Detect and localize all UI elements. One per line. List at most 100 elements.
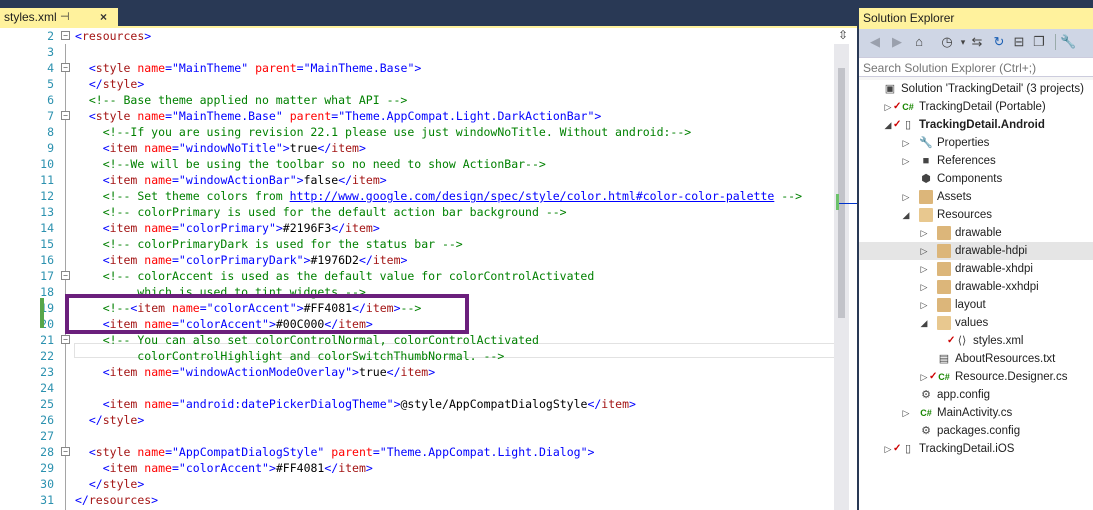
expand-arrow-icon[interactable]: ▷ [883, 440, 893, 458]
copy-icon[interactable]: ❐ [1031, 34, 1047, 50]
history-icon[interactable]: ◷ [939, 34, 955, 50]
code-line[interactable]: 27 [18, 428, 834, 444]
code-line[interactable]: 30 </style> [18, 476, 834, 492]
code-line[interactable]: 31 </resources> [18, 492, 834, 508]
code-line[interactable]: 11 <item name="windowActionBar">false</i… [18, 172, 834, 188]
expand-arrow-icon[interactable]: ▷ [901, 188, 911, 206]
code-line[interactable]: 21− <!-- You can also set colorControlNo… [18, 332, 834, 348]
expand-arrow-icon[interactable]: ▷ [919, 260, 929, 278]
forward-icon[interactable]: ▶ [889, 34, 905, 50]
code-line[interactable]: 15 <!-- colorPrimaryDark is used for the… [18, 236, 834, 252]
tree-item[interactable]: ▷ 🔧 Properties [859, 134, 1093, 152]
tab-styles-xml[interactable]: styles.xml ⊣ × [0, 8, 118, 26]
expand-arrow-icon[interactable]: ▷ [901, 404, 911, 422]
pin-icon[interactable]: ⊣ [60, 8, 70, 26]
code-text: <item name="colorAccent">#FF4081</item> [75, 460, 373, 476]
code-line[interactable]: 28− <style name="AppCompatDialogStyle" p… [18, 444, 834, 460]
sync-icon[interactable]: ⇆ [969, 34, 985, 50]
code-line[interactable]: 25 <item name="android:datePickerDialogT… [18, 396, 834, 412]
code-line[interactable]: 10 <!--We will be using the toolbar so n… [18, 156, 834, 172]
tree-item[interactable]: ▷ ■ References [859, 152, 1093, 170]
collapse-fold-icon[interactable]: − [61, 271, 70, 280]
search-input[interactable] [859, 58, 1091, 78]
code-line[interactable]: 4− <style name="MainTheme" parent="MainT… [18, 60, 834, 76]
collapse-arrow-icon[interactable]: ◢ [883, 116, 893, 134]
code-token: item [109, 365, 138, 379]
expand-arrow-icon[interactable]: ▷ [919, 224, 929, 242]
back-icon[interactable]: ◀ [867, 34, 883, 50]
code-line[interactable]: 8 <!--If you are using revision 22.1 ple… [18, 124, 834, 140]
solution-explorer-toolbar: ◀ ▶ ⌂ ◷ ▾ ⇆ ↻ ⊟ ❐ 🔧 [859, 29, 1093, 57]
code-line[interactable]: 26 </style> [18, 412, 834, 428]
expand-arrow-icon[interactable]: ▷ [901, 152, 911, 170]
collapse-arrow-icon[interactable]: ◢ [901, 206, 911, 224]
collapse-fold-icon[interactable]: − [61, 63, 70, 72]
collapse-fold-icon[interactable]: − [61, 447, 70, 456]
collapse-fold-icon[interactable]: − [61, 335, 70, 344]
tree-item[interactable]: ▣ Solution 'TrackingDetail' (3 projects) [859, 80, 1093, 98]
code-line[interactable]: 9 <item name="windowNoTitle">true</item> [18, 140, 834, 156]
close-icon[interactable]: × [100, 8, 107, 26]
tree-item[interactable]: ◢ ✓ ▯ TrackingDetail.Android [859, 116, 1093, 134]
scrollbar-thumb[interactable] [838, 68, 845, 318]
collapse-fold-icon[interactable]: − [61, 31, 70, 40]
code-hyperlink[interactable]: http://www.google.com/design/spec/style/… [290, 189, 775, 203]
tree-item[interactable]: ▷ drawable-hdpi [859, 242, 1093, 260]
collapse-fold-icon[interactable]: − [61, 111, 70, 120]
home-icon[interactable]: ⌂ [911, 34, 927, 50]
tree-item[interactable]: ⚙ app.config [859, 386, 1093, 404]
code-line[interactable]: 12 <!-- Set theme colors from http://www… [18, 188, 834, 204]
code-line[interactable]: 13 <!-- colorPrimary is used for the def… [18, 204, 834, 220]
expand-arrow-icon[interactable]: ▷ [901, 134, 911, 152]
tree-item[interactable]: ⚙ packages.config [859, 422, 1093, 440]
expand-arrow-icon[interactable]: ▷ [919, 242, 929, 260]
code-line[interactable]: 2− <resources> [18, 28, 834, 44]
code-line[interactable]: 6 <!-- Base theme applied no matter what… [18, 92, 834, 108]
code-line[interactable]: 29 <item name="colorAccent">#FF4081</ite… [18, 460, 834, 476]
collapse-arrow-icon[interactable]: ◢ [919, 314, 929, 332]
split-window-icon[interactable]: ⇳ [836, 28, 850, 42]
tree-item[interactable]: ▷ ✓ C# TrackingDetail (Portable) [859, 98, 1093, 116]
line-number: 19 [40, 301, 54, 315]
tree-item[interactable]: ▤ AboutResources.txt [859, 350, 1093, 368]
tree-item-label: drawable [955, 227, 1002, 239]
tree-item[interactable]: ◢ values [859, 314, 1093, 332]
tree-item[interactable]: ▷ C# MainActivity.cs [859, 404, 1093, 422]
code-line[interactable]: 5 </style> [18, 76, 834, 92]
tree-item[interactable]: ▷ Assets [859, 188, 1093, 206]
expand-arrow-icon[interactable]: ▷ [883, 98, 893, 116]
code-token: <!--If you are using revision 22.1 pleas… [102, 125, 692, 139]
code-line[interactable]: 23 <item name="windowActionModeOverlay">… [18, 364, 834, 380]
code-line[interactable]: 3 [18, 44, 834, 60]
search-box[interactable] [859, 57, 1093, 78]
code-token: item [109, 141, 138, 155]
code-line[interactable]: 24 [18, 380, 834, 396]
code-token: style [102, 413, 138, 427]
code-line[interactable]: 7− <style name="MainTheme.Base" parent="… [18, 108, 834, 124]
code-area[interactable]: 2− <resources> 3 4− <style name="MainTheme"… [18, 28, 834, 510]
code-line[interactable]: 14 <item name="colorPrimary">#2196F3</it… [18, 220, 834, 236]
line-number: 15 [40, 237, 54, 251]
code-line[interactable]: 22 colorControlHighlight and colorSwitch… [18, 348, 834, 364]
tree-item[interactable]: ▷ ✓ C# Resource.Designer.cs [859, 368, 1093, 386]
code-line[interactable]: 16 <item name="colorPrimaryDark">#1976D2… [18, 252, 834, 268]
expand-arrow-icon[interactable]: ▷ [919, 278, 929, 296]
refresh-icon[interactable]: ↻ [991, 34, 1007, 50]
code-token: > [379, 173, 387, 187]
properties-wrench-icon[interactable]: 🔧 [1055, 34, 1076, 50]
tree-item[interactable]: ✓ ⟨⟩ styles.xml [859, 332, 1093, 350]
tree-item[interactable]: ⬢ Components [859, 170, 1093, 188]
tree-item[interactable]: ▷ drawable-xxhdpi [859, 278, 1093, 296]
tree-item[interactable]: ▷ ✓ ▯ TrackingDetail.iOS [859, 440, 1093, 458]
collapse-all-icon[interactable]: ⊟ [1011, 34, 1027, 50]
expand-arrow-icon[interactable]: ▷ [919, 368, 929, 386]
tree-item[interactable]: ◢ Resources [859, 206, 1093, 224]
code-line[interactable]: 17− <!-- colorAccent is used as the defa… [18, 268, 834, 284]
tree-item[interactable]: ▷ drawable-xhdpi [859, 260, 1093, 278]
code-token: AppCompatDialogStyle [178, 445, 318, 459]
tree-item[interactable]: ▷ layout [859, 296, 1093, 314]
expand-arrow-icon[interactable]: ▷ [919, 296, 929, 314]
tree-item[interactable]: ▷ drawable [859, 224, 1093, 242]
